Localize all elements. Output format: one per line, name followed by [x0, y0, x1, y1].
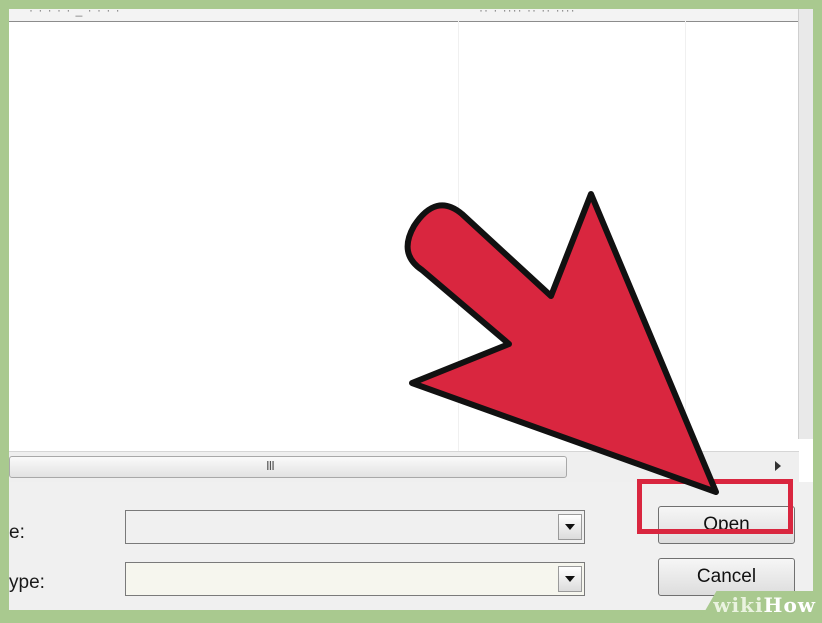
watermark-wiki: wiki	[713, 593, 764, 617]
open-button-highlight-box	[637, 479, 793, 534]
file-type-label: ype:	[9, 572, 45, 593]
cancel-button-label: Cancel	[696, 566, 757, 587]
file-type-dropdown-icon[interactable]	[558, 566, 582, 592]
column-header-strip: · · · · · _ · · · · ·· · ···· ·· ·· ····	[9, 9, 813, 22]
file-name-label: e:	[9, 522, 25, 543]
file-name-input[interactable]	[128, 513, 562, 541]
file-list-area[interactable]	[9, 22, 799, 451]
watermark-text: wikiHow	[713, 593, 816, 617]
scroll-right-arrow-icon[interactable]	[775, 461, 781, 471]
file-type-value[interactable]	[128, 565, 562, 593]
column-header-date[interactable]: ·· · ···· ·· ·· ····	[479, 9, 576, 17]
vertical-scrollbar[interactable]	[798, 9, 813, 439]
watermark-how: How	[763, 593, 816, 617]
scroll-grip-icon: III	[266, 458, 275, 473]
horizontal-scroll-thumb[interactable]: III	[9, 456, 567, 478]
file-name-dropdown-icon[interactable]	[558, 514, 582, 540]
file-type-select[interactable]	[125, 562, 585, 596]
column-header-name[interactable]: · · · · · _ · · · ·	[29, 9, 121, 17]
file-name-combobox[interactable]	[125, 510, 585, 544]
